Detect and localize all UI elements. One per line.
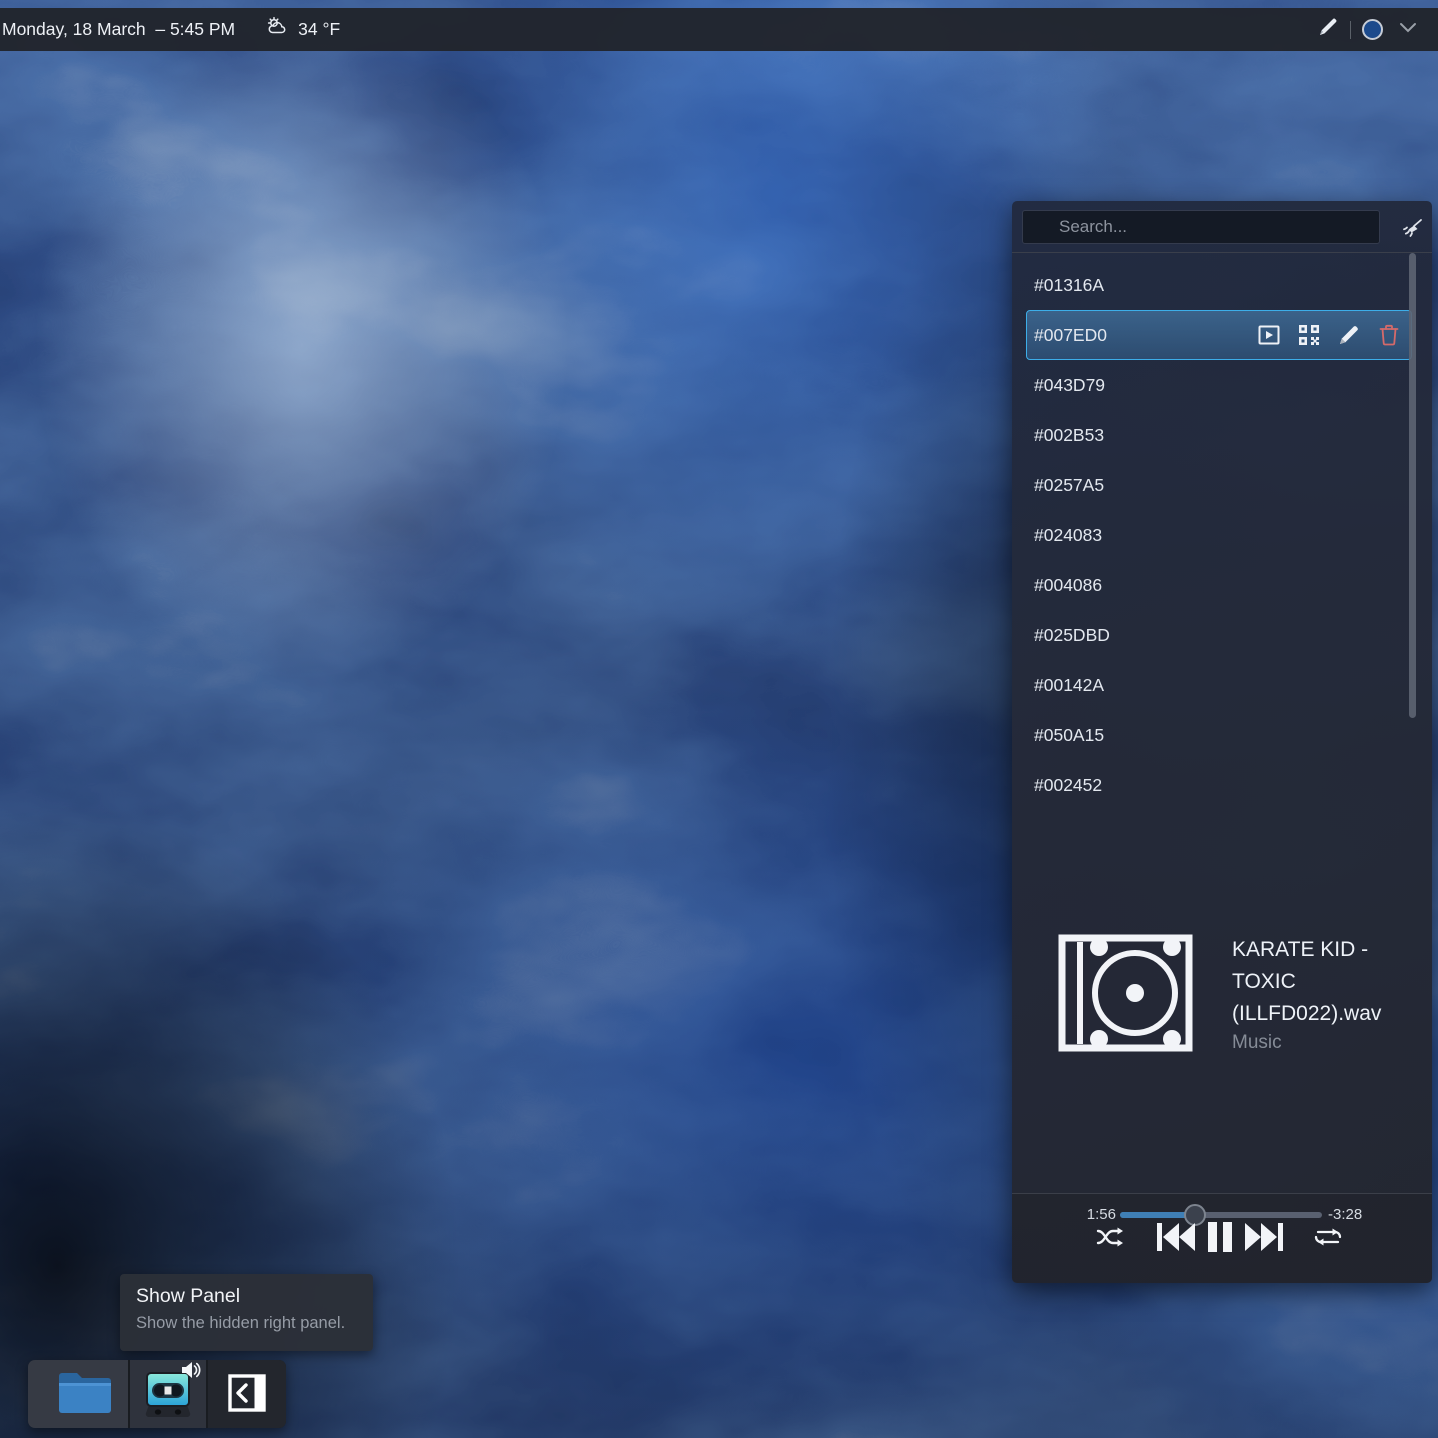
clipboard-item-text: #024083	[1034, 525, 1102, 546]
clipboard-item-text: #004086	[1034, 575, 1102, 596]
scrollbar-thumb[interactable]	[1409, 253, 1416, 718]
seek-slider[interactable]	[1120, 1212, 1322, 1218]
invoke-action-icon[interactable]	[1257, 323, 1281, 347]
repeat-button[interactable]	[1312, 1220, 1344, 1254]
show-panel-tooltip: Show Panel Show the hidden right panel.	[120, 1274, 373, 1351]
clipboard-item[interactable]: #043D79	[1026, 360, 1412, 410]
clipboard-item[interactable]: #002452	[1026, 760, 1412, 797]
clipboard-item-actions	[1257, 323, 1401, 347]
top-panel: Monday, 18 March – 5:45 PM 34 °F	[0, 8, 1438, 51]
show-panel-button[interactable]	[208, 1360, 286, 1428]
chevron-down-icon[interactable]	[1398, 19, 1418, 40]
clipboard-item-text: #0257A5	[1034, 475, 1104, 496]
clipboard-item[interactable]: #01316A	[1026, 260, 1412, 310]
taskbar-item-file-manager[interactable]	[28, 1360, 130, 1428]
delete-trash-icon[interactable]	[1377, 323, 1401, 347]
album-art-placeholder-icon	[1058, 934, 1193, 1057]
next-track-button[interactable]	[1245, 1220, 1283, 1254]
pause-button[interactable]	[1208, 1220, 1232, 1254]
clipboard-item[interactable]: #024083	[1026, 510, 1412, 560]
clipboard-item-text: #050A15	[1034, 725, 1104, 746]
clipboard-item-text: #002452	[1034, 775, 1102, 796]
clipboard-item-text: #01316A	[1034, 275, 1104, 296]
media-controls: 1:56 -3:28	[1012, 1193, 1432, 1283]
clipboard-item-text: #002B53	[1034, 425, 1104, 446]
tray-separator	[1350, 21, 1351, 39]
folder-icon	[56, 1369, 114, 1419]
desktop: { "colors": { "accent": "#3daee9", "prog…	[0, 0, 1438, 1438]
clipboard-item-text: #007ED0	[1034, 325, 1107, 346]
clipboard-item-text: #00142A	[1034, 675, 1104, 696]
edit-pencil-icon[interactable]	[1337, 323, 1361, 347]
clipboard-search-row	[1012, 201, 1432, 253]
clipboard-item[interactable]: #025DBD	[1026, 610, 1412, 660]
media-info: KARATE KID - TOXIC (ILLFD022).wav Music	[1058, 934, 1414, 1057]
audio-playing-icon	[182, 1361, 201, 1382]
previous-track-button[interactable]	[1157, 1220, 1195, 1254]
track-title: KARATE KID - TOXIC (ILLFD022).wav	[1232, 934, 1414, 1030]
clipboard-item[interactable]: #007ED0	[1026, 310, 1412, 360]
track-category: Music	[1232, 1032, 1414, 1054]
tooltip-subtitle: Show the hidden right panel.	[136, 1314, 357, 1333]
task-manager-panel	[28, 1360, 286, 1428]
clear-history-broom-icon[interactable]	[1399, 216, 1425, 240]
shuffle-button[interactable]	[1096, 1220, 1128, 1254]
clipboard-item[interactable]: #002B53	[1026, 410, 1412, 460]
temperature-label: 34 °F	[298, 19, 340, 40]
clipboard-item[interactable]: #050A15	[1026, 710, 1412, 760]
qr-code-icon[interactable]	[1297, 323, 1321, 347]
clipboard-item[interactable]: #004086	[1026, 560, 1412, 610]
tooltip-title: Show Panel	[136, 1285, 357, 1308]
clock-date-time[interactable]: Monday, 18 March – 5:45 PM	[0, 19, 235, 40]
system-tray	[1317, 16, 1438, 43]
clipboard-item[interactable]: #0257A5	[1026, 460, 1412, 510]
clipboard-list: #01316A #007ED0	[1012, 260, 1432, 797]
color-circle-icon[interactable]	[1362, 19, 1383, 40]
search-input[interactable]	[1022, 210, 1380, 244]
sun-behind-cloud-icon	[265, 15, 289, 44]
clipboard-item[interactable]: #00142A	[1026, 660, 1412, 710]
clipboard-item-text: #043D79	[1034, 375, 1105, 396]
weather-widget[interactable]: 34 °F	[265, 15, 340, 44]
clipboard-panel: #01316A #007ED0	[1012, 201, 1432, 1283]
show-panel-icon	[226, 1372, 268, 1417]
stylus-pen-icon[interactable]	[1317, 16, 1339, 43]
taskbar-item-media-player[interactable]	[130, 1360, 208, 1428]
clipboard-item-text: #025DBD	[1034, 625, 1110, 646]
